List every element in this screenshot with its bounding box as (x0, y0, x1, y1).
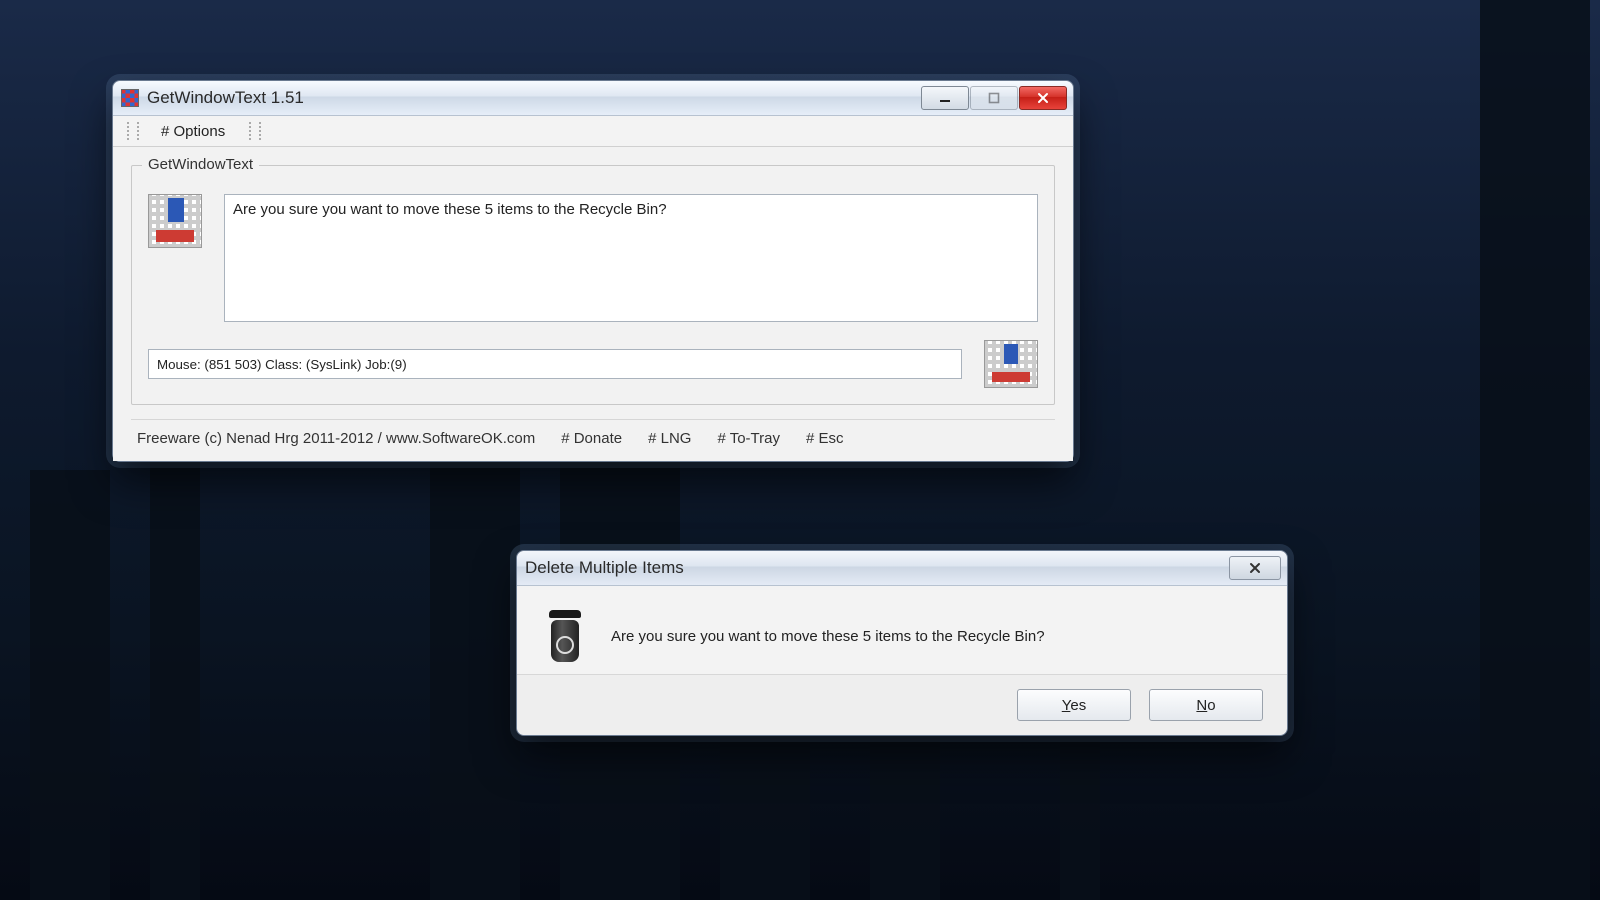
lng-link[interactable]: # LNG (648, 430, 691, 447)
dialog-body: Are you sure you want to move these 5 it… (517, 586, 1287, 674)
app-icon (121, 89, 139, 107)
delete-confirmation-dialog[interactable]: Delete Multiple Items Are you sure you w… (516, 550, 1288, 736)
dialog-message: Are you sure you want to move these 5 it… (611, 628, 1045, 645)
toolbar-grip-icon (127, 122, 139, 140)
dialog-title: Delete Multiple Items (525, 558, 684, 578)
maximize-button[interactable] (970, 86, 1018, 110)
recycle-bin-icon (545, 610, 585, 662)
getwindowtext-group: GetWindowText Are you sure you want to m… (131, 165, 1055, 405)
footer-bar: Freeware (c) Nenad Hrg 2011-2012 / www.S… (131, 419, 1055, 453)
donate-link[interactable]: # Donate (561, 430, 622, 447)
toolbar-grip-icon (249, 122, 261, 140)
title-bar[interactable]: GetWindowText 1.51 (113, 81, 1073, 116)
group-legend: GetWindowText (142, 156, 259, 173)
status-readout[interactable] (148, 349, 962, 379)
minimize-button[interactable] (921, 86, 969, 110)
no-button-label: N (1196, 697, 1207, 714)
client-area: GetWindowText Are you sure you want to m… (113, 147, 1073, 461)
close-button[interactable] (1229, 556, 1281, 580)
yes-button[interactable]: Yes (1017, 689, 1131, 721)
target-cursor-icon (148, 194, 202, 248)
crosshair-drag-icon[interactable] (984, 340, 1038, 388)
getwindowtext-window[interactable]: GetWindowText 1.51 # Options GetWindowTe… (112, 80, 1074, 462)
esc-link[interactable]: # Esc (806, 430, 844, 447)
no-button[interactable]: No (1149, 689, 1263, 721)
captured-text-output[interactable]: Are you sure you want to move these 5 it… (224, 194, 1038, 322)
credits-text: Freeware (c) Nenad Hrg 2011-2012 / www.S… (137, 430, 535, 447)
title-bar[interactable]: Delete Multiple Items (517, 551, 1287, 586)
window-title: GetWindowText 1.51 (147, 88, 304, 108)
options-menu[interactable]: # Options (153, 121, 233, 142)
menu-bar: # Options (113, 116, 1073, 147)
to-tray-link[interactable]: # To-Tray (717, 430, 780, 447)
dialog-button-row: Yes No (517, 674, 1287, 735)
close-button[interactable] (1019, 86, 1067, 110)
